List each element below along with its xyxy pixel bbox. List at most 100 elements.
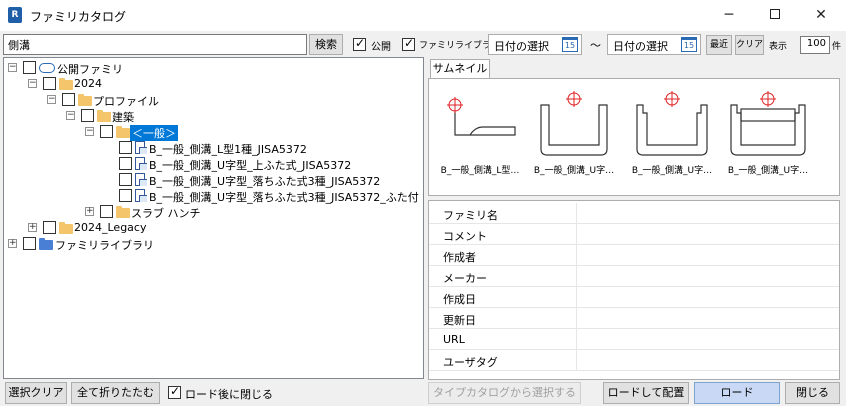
thumbnail-label: B_一般_側溝_U字… (727, 166, 809, 176)
thumbnail-item[interactable]: B_一般_側溝_U字… (627, 87, 717, 187)
property-row[interactable]: コメント (429, 224, 839, 245)
collapse-icon[interactable]: − (85, 127, 94, 136)
expand-icon[interactable]: + (85, 207, 94, 216)
family-file-icon (135, 173, 147, 186)
property-name: 作成日 (443, 293, 476, 306)
expand-icon[interactable]: + (8, 239, 17, 248)
family-file-icon (135, 157, 147, 170)
tree-leaf[interactable]: B_一般_側溝_U字型_落ちふた式3種_JISA5372_ふた付 (4, 188, 423, 204)
property-row[interactable]: 作成日 (429, 287, 839, 308)
maximize-button[interactable] (752, 0, 798, 31)
property-grid: ファミリ名 コメント 作成者 メーカー 作成日 更新日 URL ユーザタグ (428, 200, 840, 380)
tab-thumbnail[interactable]: サムネイル (430, 59, 490, 79)
tree-node-public-family[interactable]: − 公開ファミリ (4, 60, 204, 76)
tree-checkbox[interactable] (43, 77, 56, 90)
window-title: ファミリカタログ (30, 10, 127, 24)
property-row[interactable]: メーカー (429, 266, 839, 287)
cloud-icon (39, 63, 55, 73)
property-value[interactable] (576, 350, 839, 371)
search-input[interactable] (3, 34, 307, 55)
property-value[interactable] (576, 287, 839, 308)
tree-checkbox[interactable] (119, 157, 132, 170)
recent-button[interactable]: 最近 (706, 35, 732, 55)
folder-icon (97, 110, 111, 122)
expand-icon[interactable]: + (28, 223, 37, 232)
property-row[interactable]: 更新日 (429, 308, 839, 329)
tree-checkbox[interactable] (81, 109, 94, 122)
search-toolbar: 検索 公開 ファミリライブラリ 日付の選択 15 ～ 日付の選択 15 最近 ク… (0, 31, 846, 59)
property-name: メーカー (443, 272, 487, 285)
app-icon: R (8, 7, 22, 23)
close-dialog-button[interactable]: 閉じる (785, 382, 840, 404)
calendar-icon[interactable]: 15 (562, 37, 578, 52)
tree-leaf[interactable]: B_一般_側溝_L型1種_JISA5372 (4, 140, 423, 156)
tree-checkbox[interactable] (23, 61, 36, 74)
select-from-type-catalog-button[interactable]: タイプカタログから選択する (428, 382, 581, 404)
collapse-icon[interactable]: − (47, 95, 56, 104)
thumbnail-item[interactable]: B_一般_側溝_U字… (723, 87, 813, 187)
search-button[interactable]: 検索 (309, 34, 343, 55)
property-value[interactable] (576, 266, 839, 287)
date-to-picker[interactable]: 日付の選択 15 (607, 34, 701, 55)
calendar-icon[interactable]: 15 (681, 37, 697, 52)
date-from-picker[interactable]: 日付の選択 15 (488, 34, 582, 55)
property-row[interactable]: ユーザタグ (429, 350, 839, 371)
tree-checkbox[interactable] (119, 189, 132, 202)
thumbnail-label: B_一般_側溝_L型… (440, 166, 520, 176)
property-value[interactable] (576, 308, 839, 329)
close-after-load-checkbox[interactable] (168, 384, 181, 399)
property-value[interactable] (576, 329, 839, 350)
family-tree[interactable]: − 公開ファミリ − 2024 − プロファイル − 建築 − ＜一般＞ B_一… (3, 57, 424, 379)
clear-selection-button[interactable]: 選択クリア (5, 382, 67, 404)
tree-checkbox[interactable] (23, 237, 36, 250)
tree-leaf[interactable]: B_一般_側溝_U字型_上ふた式_JISA5372 (4, 156, 423, 172)
tree-checkbox[interactable] (100, 205, 113, 218)
tree-label: 建築 (112, 111, 134, 124)
property-row[interactable]: 作成者 (429, 245, 839, 266)
tree-node-legacy[interactable]: + 2024_Legacy (4, 220, 204, 236)
clear-filter-button[interactable]: クリア (735, 35, 764, 55)
property-row[interactable]: URL (429, 329, 839, 350)
property-value[interactable] (576, 203, 839, 224)
thumbnail-label: B_一般_側溝_U字… (631, 166, 713, 176)
tree-node-library[interactable]: + ファミリライブラリ (4, 236, 204, 252)
collapse-icon[interactable]: − (66, 111, 75, 120)
thumbnail-item[interactable]: B_一般_側溝_L型… (435, 87, 525, 187)
public-checkbox[interactable] (353, 36, 366, 51)
tree-checkbox[interactable] (119, 141, 132, 154)
tree-node-profile[interactable]: − プロファイル (4, 92, 204, 108)
collapse-all-button[interactable]: 全て折りたたむ (71, 382, 160, 404)
tree-leaf[interactable]: B_一般_側溝_U字型_落ちふた式3種_JISA5372 (4, 172, 423, 188)
property-name: ファミリ名 (443, 209, 498, 222)
tree-checkbox[interactable] (62, 93, 75, 106)
close-button[interactable]: ✕ (798, 0, 844, 31)
collapse-icon[interactable]: − (8, 63, 17, 72)
tree-node-arch[interactable]: − 建築 (4, 108, 204, 124)
tree-checkbox[interactable] (43, 221, 56, 234)
tree-label: プロファイル (93, 95, 159, 108)
tree-checkbox[interactable] (119, 173, 132, 186)
load-button[interactable]: ロード (694, 382, 780, 404)
close-icon: ✕ (815, 7, 827, 23)
property-name: 更新日 (443, 314, 476, 327)
date-from-text: 日付の選択 (494, 40, 549, 53)
collapse-icon[interactable]: − (28, 79, 37, 88)
l-gutter-drawing (447, 97, 516, 136)
maximize-icon (770, 9, 780, 19)
minimize-button[interactable]: ─ (706, 0, 752, 31)
tree-node-2024[interactable]: − 2024 (4, 76, 204, 92)
load-and-place-button[interactable]: ロードして配置 (603, 382, 689, 404)
library-checkbox[interactable] (402, 36, 415, 51)
display-count-input[interactable]: 100 (800, 36, 830, 54)
property-value[interactable] (576, 245, 839, 266)
thumbnail-item[interactable]: B_一般_側溝_U字… (529, 87, 619, 187)
tree-node-slab[interactable]: + スラブ ハンチ (4, 204, 204, 220)
tree-checkbox[interactable] (100, 125, 113, 138)
property-row[interactable]: ファミリ名 (429, 203, 839, 224)
bottom-bar: 選択クリア 全て折りたたむ ロード後に閉じる タイプカタログから選択する ロード… (0, 380, 846, 406)
u-gutter-lid-drawing (730, 91, 806, 156)
tree-label: B_一般_側溝_U字型_上ふた式_JISA5372 (149, 159, 352, 172)
tree-label: B_一般_側溝_U字型_落ちふた式3種_JISA5372_ふた付 (149, 191, 419, 204)
tree-node-general[interactable]: − ＜一般＞ (4, 124, 204, 141)
property-value[interactable] (576, 224, 839, 245)
